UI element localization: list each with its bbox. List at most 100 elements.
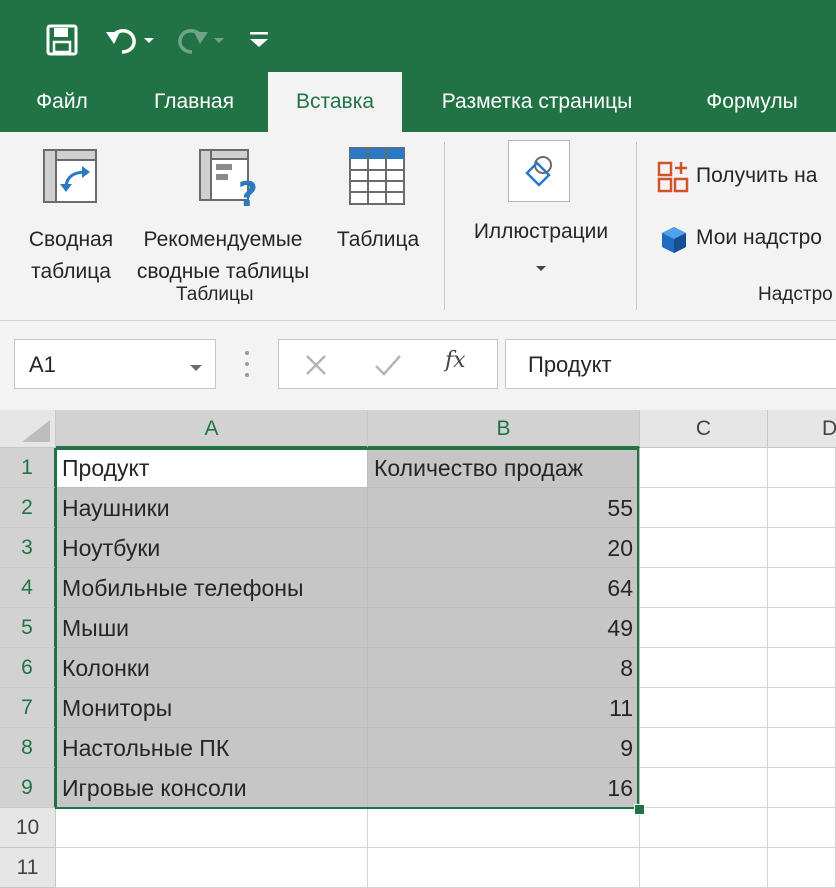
ribbon-separator [636, 142, 637, 310]
more-options-icon[interactable] [244, 349, 250, 384]
cancel-icon[interactable] [303, 352, 329, 383]
cell-c[interactable] [640, 768, 768, 808]
addin-cube-icon [658, 224, 690, 261]
tab-insert[interactable]: Вставка [268, 72, 402, 132]
cell-b[interactable]: 9 [368, 728, 640, 768]
cell-d[interactable] [768, 488, 836, 528]
cell-a[interactable]: Мобильные телефоны [56, 568, 368, 608]
cell-d[interactable] [768, 848, 836, 888]
cell-d[interactable] [768, 688, 836, 728]
ribbon-tabs: Файл Главная Вставка Разметка страницы Ф… [0, 72, 836, 132]
tab-home[interactable]: Главная [136, 72, 252, 132]
cell-d[interactable] [768, 808, 836, 848]
cell-d[interactable] [768, 528, 836, 568]
insert-function-icon[interactable]: fx [445, 348, 466, 373]
save-icon[interactable] [44, 20, 80, 60]
formula-input[interactable]: Продукт [505, 339, 836, 389]
cell-b[interactable]: 16 [368, 768, 640, 808]
cell-d[interactable] [768, 448, 836, 488]
table-icon [348, 146, 408, 213]
formula-value: Продукт [528, 352, 612, 377]
illustrations-icon [508, 140, 570, 202]
cell-c[interactable] [640, 648, 768, 688]
illustrations-button[interactable]: Иллюстрации [456, 138, 626, 282]
cell-c[interactable] [640, 528, 768, 568]
recommended-pivot-icon: ? [198, 148, 260, 215]
column-header[interactable]: D [768, 410, 836, 448]
row-header[interactable]: 7 [0, 688, 56, 728]
name-box-value: A1 [29, 352, 56, 377]
undo-icon[interactable] [102, 20, 158, 60]
row-header[interactable]: 5 [0, 608, 56, 648]
cell-c[interactable] [640, 488, 768, 528]
table-button[interactable]: Таблица [326, 142, 430, 282]
cell-d[interactable] [768, 768, 836, 808]
cell-c[interactable] [640, 448, 768, 488]
chevron-down-icon[interactable] [189, 360, 203, 378]
pivot-table-button[interactable]: Сводная таблица [14, 142, 128, 283]
select-all-button[interactable] [0, 410, 56, 448]
cell-d[interactable] [768, 648, 836, 688]
cell-a[interactable] [56, 808, 368, 848]
customize-toolbar-icon[interactable] [246, 20, 272, 60]
cell-a[interactable]: Мониторы [56, 688, 368, 728]
cell-a[interactable] [56, 848, 368, 888]
cell-b[interactable]: Количество продаж [368, 448, 640, 488]
recommended-pivot-button[interactable]: ? Рекомендуемые сводные таблицы [128, 142, 318, 283]
chevron-down-icon [535, 260, 547, 278]
cell-b[interactable]: 64 [368, 568, 640, 608]
tab-formulas[interactable]: Формулы [684, 72, 820, 132]
row-header[interactable]: 11 [0, 848, 56, 888]
column-header[interactable]: C [640, 410, 768, 448]
cell-b[interactable]: 11 [368, 688, 640, 728]
formula-bar: A1 fx Продукт [0, 321, 836, 410]
row-header[interactable]: 4 [0, 568, 56, 608]
cell-b[interactable] [368, 808, 640, 848]
tab-file[interactable]: Файл [14, 72, 110, 132]
cell-c[interactable] [640, 688, 768, 728]
cell-b[interactable] [368, 848, 640, 888]
pivot-table-label-line1: Сводная [28, 228, 114, 251]
cell-c[interactable] [640, 728, 768, 768]
get-addins-button[interactable]: Получить на [654, 160, 836, 196]
cell-a[interactable]: Настольные ПК [56, 728, 368, 768]
store-icon [656, 160, 690, 199]
cell-b[interactable]: 8 [368, 648, 640, 688]
row-header[interactable]: 9 [0, 768, 56, 808]
cell-a[interactable]: Колонки [56, 648, 368, 688]
name-box[interactable]: A1 [14, 339, 216, 389]
cell-c[interactable] [640, 848, 768, 888]
pivot-table-icon [42, 148, 100, 211]
cell-d[interactable] [768, 608, 836, 648]
cell-c[interactable] [640, 568, 768, 608]
row-header[interactable]: 1 [0, 448, 56, 488]
column-header[interactable]: A [56, 410, 368, 448]
enter-check-icon[interactable] [373, 352, 403, 383]
row-header[interactable]: 2 [0, 488, 56, 528]
my-addins-button[interactable]: Мои надстро [654, 222, 836, 258]
row-header[interactable]: 6 [0, 648, 56, 688]
tab-page-layout[interactable]: Разметка страницы [420, 72, 654, 132]
cell-a[interactable]: Продукт [56, 448, 368, 488]
cell-b[interactable]: 49 [368, 608, 640, 648]
ribbon-separator [444, 142, 445, 310]
cell-c[interactable] [640, 808, 768, 848]
cell-c[interactable] [640, 608, 768, 648]
cell-a[interactable]: Мыши [56, 608, 368, 648]
row-header[interactable]: 8 [0, 728, 56, 768]
fill-handle[interactable] [634, 804, 645, 815]
redo-icon [172, 20, 228, 60]
pivot-table-label-line2: таблица [31, 260, 111, 283]
cell-d[interactable] [768, 568, 836, 608]
row-header[interactable]: 3 [0, 528, 56, 568]
cell-a[interactable]: Наушники [56, 488, 368, 528]
cell-d[interactable] [768, 728, 836, 768]
cell-b[interactable]: 55 [368, 488, 640, 528]
cell-a[interactable]: Игровые консоли [56, 768, 368, 808]
row-header[interactable]: 10 [0, 808, 56, 848]
cell-a[interactable]: Ноутбуки [56, 528, 368, 568]
cell-b[interactable]: 20 [368, 528, 640, 568]
column-header[interactable]: B [368, 410, 640, 448]
formula-buttons: fx [278, 339, 498, 389]
group-label-tables: Таблицы [176, 284, 254, 305]
